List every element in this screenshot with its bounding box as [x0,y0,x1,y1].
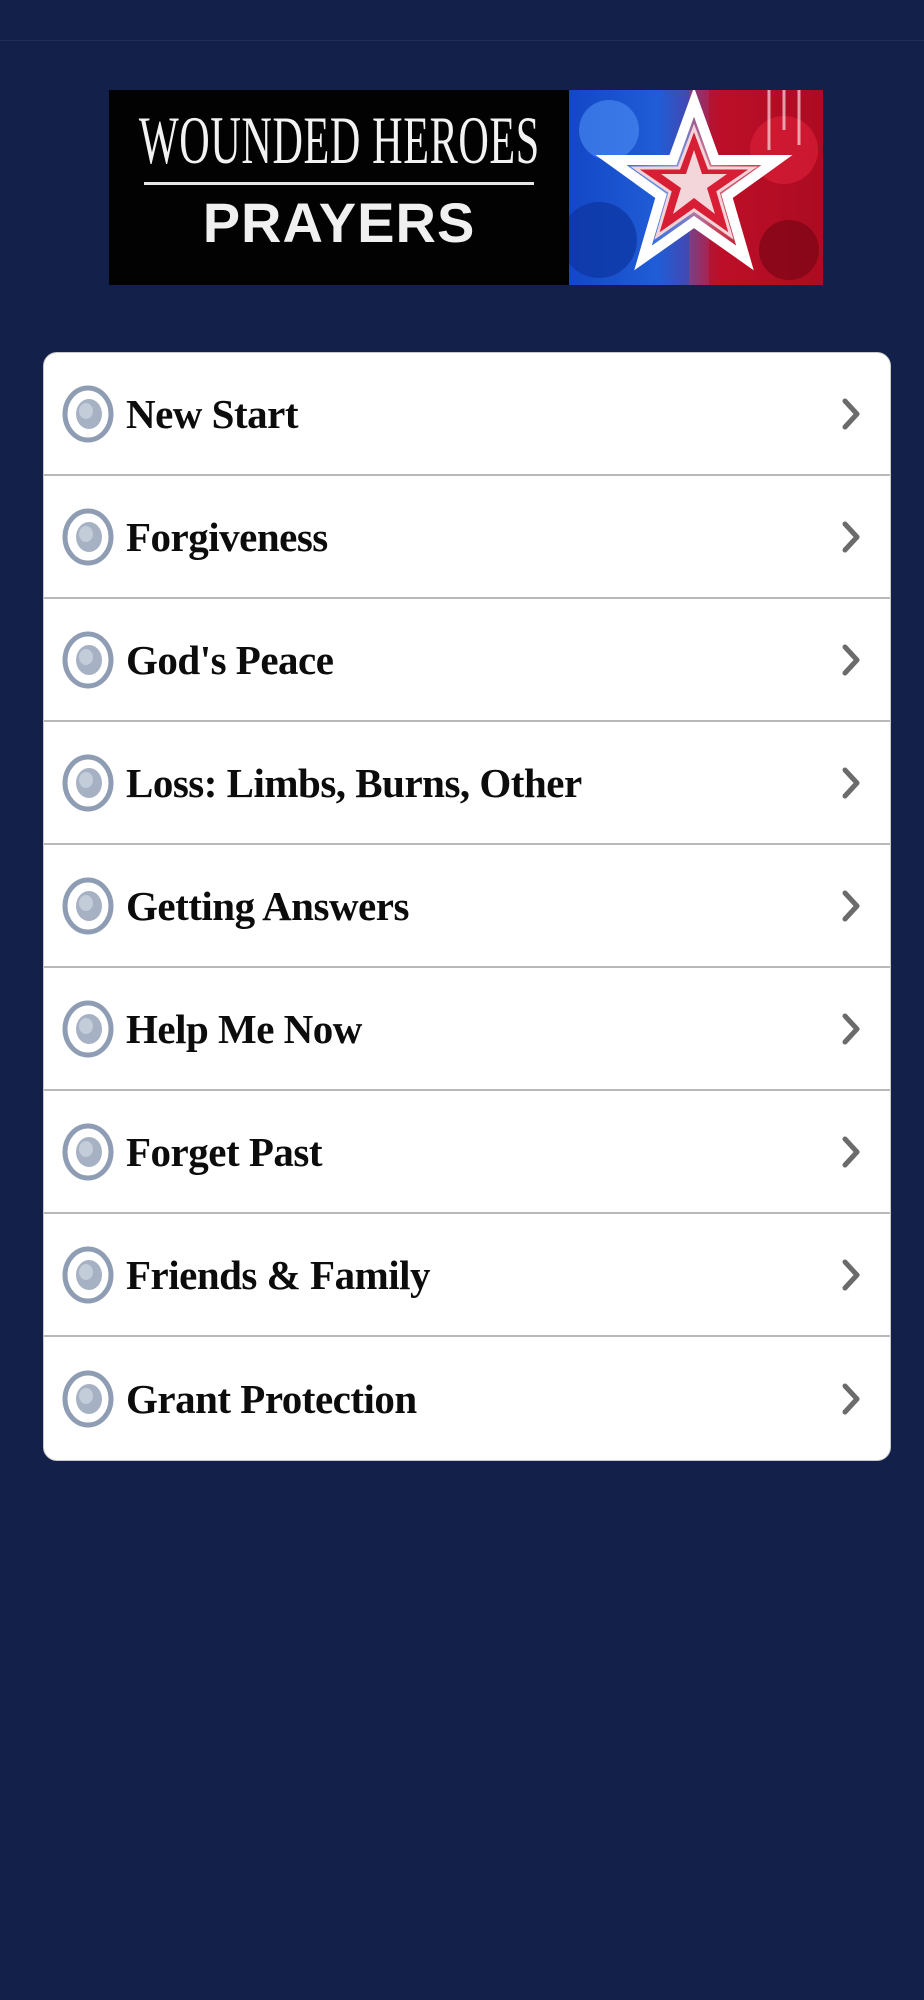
menu-item-label: Grant Protection [126,1375,417,1422]
chevron-right-icon [842,1136,860,1167]
ring-bullet-icon [62,1000,114,1057]
chevron-right-icon [842,1259,860,1290]
chevron-right-icon [842,767,860,798]
chevron-right-icon [842,1383,860,1414]
menu-item-label: Forget Past [126,1128,323,1175]
prayer-menu: New Start Forgiveness God's Peace Loss: … [43,352,891,1461]
app-banner: WOUNDED HEROES PRAYERS [109,90,823,285]
menu-item-loss-limbs-burns-other[interactable]: Loss: Limbs, Burns, Other [44,722,890,845]
menu-item-label: Friends & Family [126,1251,431,1298]
star-icon [561,90,823,285]
banner-divider [144,182,534,185]
menu-item-label: God's Peace [126,636,334,683]
menu-item-label: Loss: Limbs, Burns, Other [126,759,582,806]
ring-bullet-icon [62,1370,114,1427]
menu-item-forgiveness[interactable]: Forgiveness [44,476,890,599]
menu-item-help-me-now[interactable]: Help Me Now [44,968,890,1091]
star-emblem-image [561,90,823,285]
menu-item-label: Getting Answers [126,882,409,929]
menu-item-label: New Start [126,390,298,437]
menu-item-forget-past[interactable]: Forget Past [44,1091,890,1214]
menu-item-grant-protection[interactable]: Grant Protection [44,1337,890,1460]
menu-item-new-start[interactable]: New Start [44,353,890,476]
menu-item-label: Forgiveness [126,513,328,560]
ring-bullet-icon [62,385,114,442]
chevron-right-icon [842,1013,860,1044]
menu-item-god-s-peace[interactable]: God's Peace [44,599,890,722]
chevron-right-icon [842,644,860,675]
banner-title-block: WOUNDED HEROES PRAYERS [109,90,569,285]
menu-item-friends-family[interactable]: Friends & Family [44,1214,890,1337]
ring-bullet-icon [62,877,114,934]
banner-title: WOUNDED HEROES [138,102,540,178]
ring-bullet-icon [62,1246,114,1303]
banner-subtitle: PRAYERS [202,191,476,254]
menu-item-getting-answers[interactable]: Getting Answers [44,845,890,968]
status-bar [0,0,924,41]
chevron-right-icon [842,521,860,552]
chevron-right-icon [842,398,860,429]
menu-item-label: Help Me Now [126,1005,362,1052]
ring-bullet-icon [62,1123,114,1180]
chevron-right-icon [842,890,860,921]
ring-bullet-icon [62,631,114,688]
ring-bullet-icon [62,508,114,565]
ring-bullet-icon [62,754,114,811]
